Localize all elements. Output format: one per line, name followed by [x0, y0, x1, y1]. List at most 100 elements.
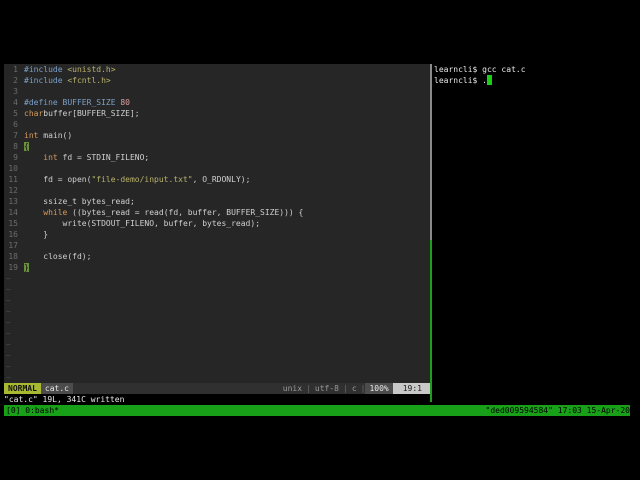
code-token: buffer[BUFFER_SIZE];	[43, 109, 140, 118]
code-token: 80	[120, 98, 130, 107]
empty-buffer-line: ~	[4, 350, 430, 361]
tilde-marker: ~	[6, 296, 11, 305]
code-token: int	[43, 153, 58, 162]
line-number: 10	[8, 164, 18, 173]
vim-statusline: NORMAL cat.c unix | utf-8 | c | 100% 19:…	[4, 383, 430, 394]
tmux-status-bar: [0] 0:bash* "ded009594584" 17:03 15-Apr-…	[4, 405, 630, 416]
terminal-pane[interactable]: learncli$ gcc cat.c learncli$ .	[432, 64, 630, 404]
code-line[interactable]: 8{	[4, 141, 430, 152]
tilde-marker: ~	[6, 329, 11, 338]
code-line[interactable]: 14 while ((bytes_read = read(fd, buffer,…	[4, 207, 430, 218]
filetype-label: c	[351, 384, 357, 393]
tmux-host-clock: "ded009594584" 17:03 15-Apr-20	[485, 406, 631, 415]
code-token: #define BUFFER_SIZE	[24, 98, 121, 107]
empty-buffer-line: ~	[4, 328, 430, 339]
code-line[interactable]: 12	[4, 185, 430, 196]
cursor-char: {	[24, 142, 29, 151]
terminal-line: learncli$ gcc cat.c	[432, 64, 630, 75]
fileformat-label: unix	[282, 384, 303, 393]
empty-buffer-line: ~	[4, 284, 430, 295]
line-number: 14	[8, 208, 18, 217]
code-line[interactable]: 17	[4, 240, 430, 251]
tmux-window-list[interactable]: [0] 0:bash*	[4, 405, 59, 416]
code-token: char	[24, 109, 44, 118]
line-number: 13	[8, 197, 18, 206]
code-line[interactable]: 19}	[4, 262, 430, 273]
code-line[interactable]: 18 close(fd);	[4, 251, 430, 262]
terminal-cursor	[486, 75, 492, 85]
line-number: 12	[8, 186, 18, 195]
code-line[interactable]: 13 ssize_t bytes_read;	[4, 196, 430, 207]
code-token: int	[24, 131, 39, 140]
line-number: 8	[13, 142, 18, 151]
encoding-label: utf-8	[314, 384, 339, 393]
empty-buffer-line: ~	[4, 339, 430, 350]
terminal-text: learncli$ gcc cat.c	[434, 65, 526, 74]
code-token: <unistd.h>	[67, 65, 116, 74]
vim-editor-pane[interactable]: 1 #include <unistd.h> 2 #include <fcntl.h> 3…	[4, 64, 430, 383]
tilde-marker: ~	[6, 318, 11, 327]
code-line[interactable]: 9 int fd = STDIN_FILENO;	[4, 152, 430, 163]
code-line[interactable]: 3	[4, 86, 430, 97]
tilde-marker: ~	[6, 362, 11, 371]
code-token: #include	[24, 65, 68, 74]
cursor-char: }	[24, 263, 29, 272]
code-line[interactable]: 4 #define BUFFER_SIZE 80	[4, 97, 430, 108]
code-line[interactable]: 10	[4, 163, 430, 174]
terminal-line: learncli$ .	[432, 75, 630, 86]
empty-buffer-line: ~	[4, 372, 430, 383]
line-number: 16	[8, 230, 18, 239]
code-token: close(fd);	[24, 252, 92, 261]
line-number: 9	[13, 153, 18, 162]
line-number: 3	[13, 87, 18, 96]
code-token: , O_RDONLY);	[192, 175, 251, 184]
code-line[interactable]: 11 fd = open("file-demo/input.txt", O_RD…	[4, 174, 430, 185]
tilde-marker: ~	[6, 351, 11, 360]
tilde-marker: ~	[6, 307, 11, 316]
code-line[interactable]: 7 int main()	[4, 130, 430, 141]
code-token: #include	[24, 76, 68, 85]
command-message-line: "cat.c" 19L, 341C written	[4, 394, 430, 405]
code-line[interactable]: 5 charbuffer[BUFFER_SIZE];	[4, 108, 430, 119]
tilde-marker: ~	[6, 285, 11, 294]
line-number: 11	[8, 175, 18, 184]
empty-buffer-line: ~	[4, 306, 430, 317]
code-token: }	[24, 230, 49, 239]
code-token: ((bytes_read = read(fd, buffer, BUFFER_S…	[67, 208, 304, 217]
line-number: 15	[8, 219, 18, 228]
code-line[interactable]: 2 #include <fcntl.h>	[4, 75, 430, 86]
code-token: while	[43, 208, 68, 217]
code-line[interactable]: 6	[4, 119, 430, 130]
empty-buffer-line: ~	[4, 295, 430, 306]
tilde-marker: ~	[6, 340, 11, 349]
line-number: 18	[8, 252, 18, 261]
code-line[interactable]: 15 write(STDOUT_FILENO, buffer, bytes_re…	[4, 218, 430, 229]
line-number: 4	[13, 98, 18, 107]
code-token: write(STDOUT_FILENO, buffer, bytes_read)…	[24, 219, 261, 228]
code-token: fd = STDIN_FILENO;	[57, 153, 150, 162]
line-number: 7	[13, 131, 18, 140]
mode-indicator: NORMAL	[4, 383, 41, 394]
code-token: "file-demo/input.txt"	[91, 175, 193, 184]
line-number: 6	[13, 120, 18, 129]
code-token: main()	[38, 131, 73, 140]
code-line[interactable]: 16 }	[4, 229, 430, 240]
line-number: 19	[8, 263, 18, 272]
code-token: ssize_t bytes_read;	[24, 197, 135, 206]
empty-buffer-line: ~	[4, 361, 430, 372]
empty-buffer-line: ~	[4, 317, 430, 328]
line-number: 5	[13, 109, 18, 118]
cursor-position: 19:1	[392, 383, 430, 394]
line-number: 17	[8, 241, 18, 250]
empty-buffer-line: ~	[4, 273, 430, 284]
tilde-marker: ~	[6, 373, 11, 382]
code-token: fd = open(	[24, 175, 92, 184]
terminal-text: learncli$ .	[434, 76, 487, 85]
line-number: 1	[13, 65, 18, 74]
line-number: 2	[13, 76, 18, 85]
filename-label: cat.c	[40, 383, 73, 394]
code-token: <fcntl.h>	[67, 76, 111, 85]
code-line[interactable]: 1 #include <unistd.h>	[4, 64, 430, 75]
